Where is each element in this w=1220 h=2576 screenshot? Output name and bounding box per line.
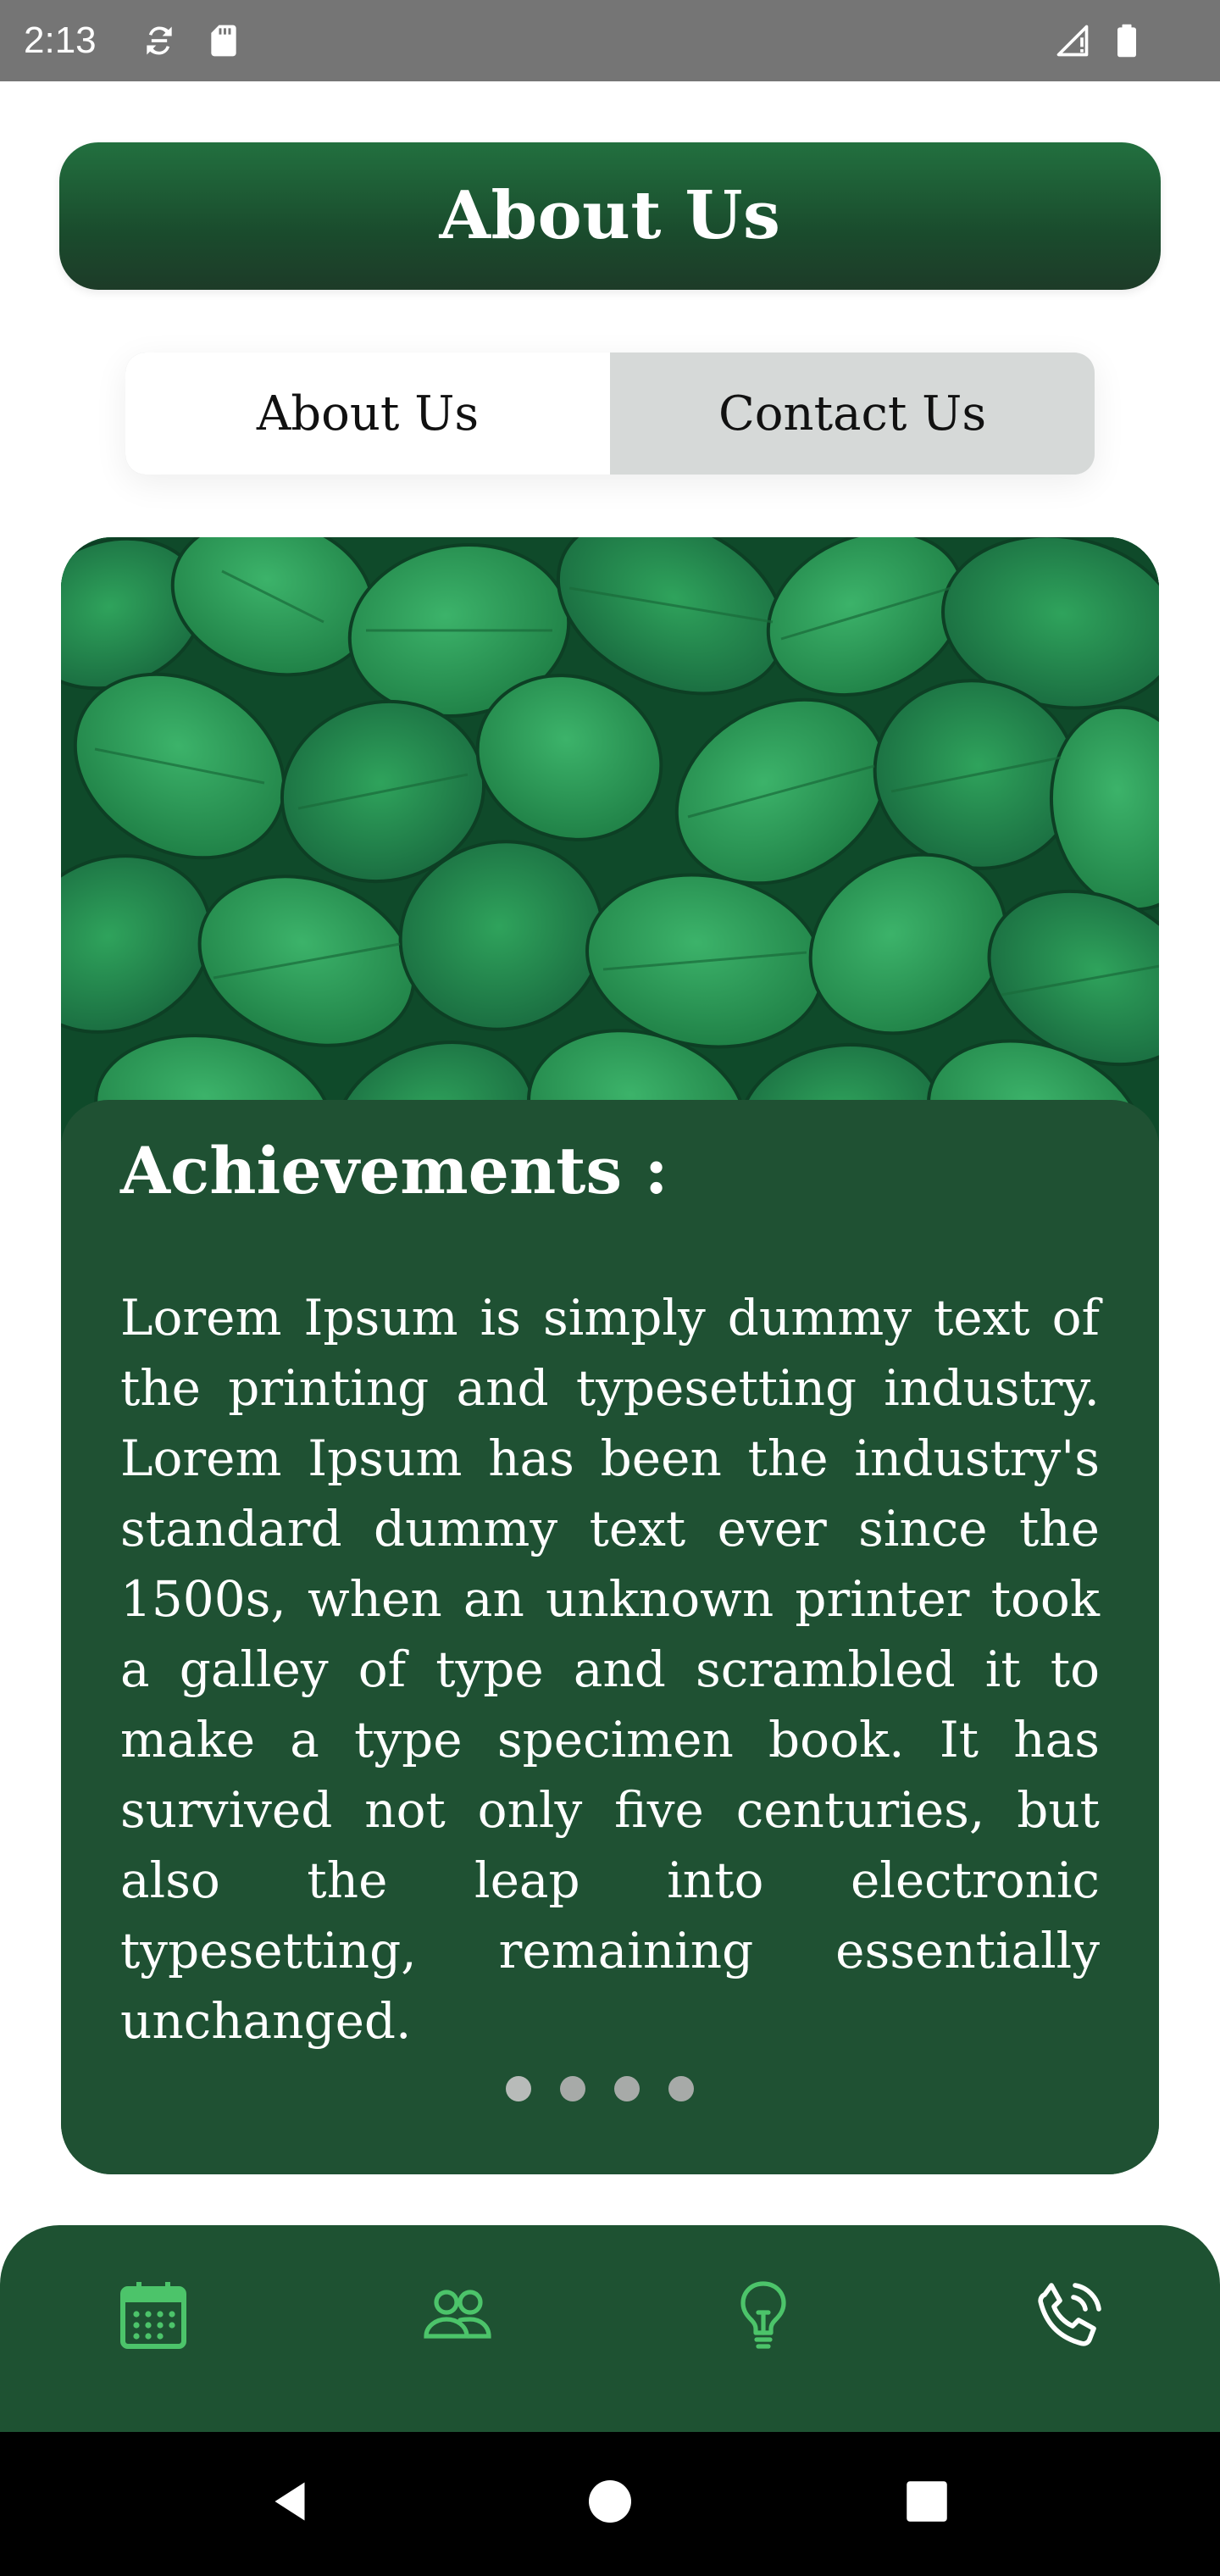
pagination-dot[interactable]: [560, 2076, 585, 2101]
page-title: About Us: [439, 177, 781, 254]
pagination-dot[interactable]: [614, 2076, 640, 2101]
recents-button[interactable]: [893, 2468, 961, 2535]
leaves-image: [61, 537, 1159, 1164]
card-heading: Achievements :: [120, 1133, 668, 1208]
nav-ideas[interactable]: [717, 2269, 810, 2362]
status-bar: 2:13: [0, 0, 1220, 81]
tab-about-us[interactable]: About Us: [125, 353, 610, 475]
signal-icon: [1054, 22, 1091, 59]
nav-team[interactable]: [410, 2269, 503, 2362]
achievements-card: Achievements : Lorem Ipsum is simply dum…: [61, 537, 1159, 2174]
page-header: About Us: [59, 142, 1161, 290]
back-button[interactable]: [256, 2468, 324, 2535]
calendar-icon: [120, 2282, 186, 2349]
status-time: 2:13: [24, 19, 97, 61]
tab-contact-us[interactable]: Contact Us: [610, 353, 1095, 475]
home-icon: [589, 2480, 631, 2523]
recents-icon: [907, 2481, 947, 2522]
pagination-dot[interactable]: [506, 2076, 531, 2101]
pagination-dots: [61, 2076, 1149, 2101]
home-button[interactable]: [576, 2468, 644, 2535]
lightbulb-icon: [740, 2281, 786, 2349]
tab-switcher: About Us Contact Us: [125, 353, 1095, 475]
nav-calendar[interactable]: [107, 2269, 200, 2362]
battery-icon: [1108, 22, 1145, 59]
sync-icon: [141, 22, 178, 59]
bottom-navigation: [0, 2225, 1220, 2432]
back-icon: [274, 2482, 305, 2521]
sd-card-icon: [205, 22, 242, 59]
phone-call-icon: [1038, 2283, 1101, 2346]
system-navigation-bar: [0, 2432, 1220, 2576]
people-icon: [424, 2290, 491, 2339]
nav-contact[interactable]: [1022, 2269, 1115, 2362]
card-body-text: Lorem Ipsum is simply dummy text of the …: [120, 1289, 1100, 2050]
pagination-dot[interactable]: [668, 2076, 694, 2101]
